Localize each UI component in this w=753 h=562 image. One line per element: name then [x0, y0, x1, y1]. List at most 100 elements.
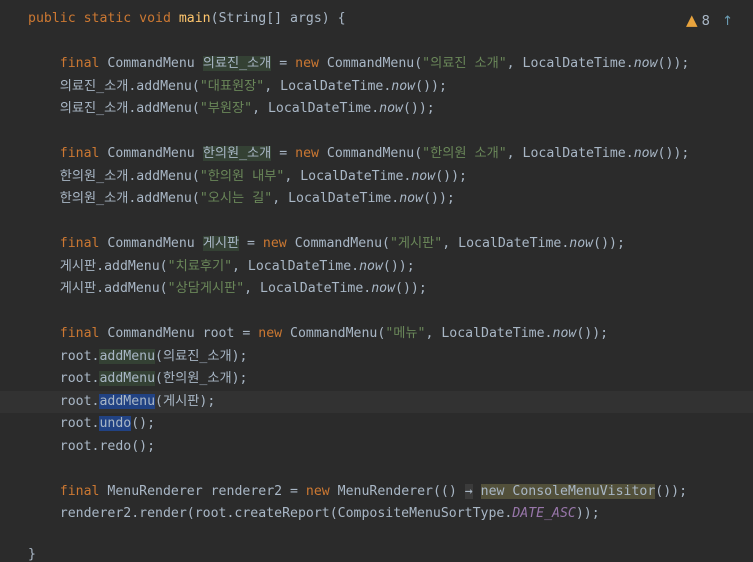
code-text: root.addMenu(의료진_소개);: [28, 346, 247, 368]
code-token: 의료진_소개: [202, 56, 272, 71]
code-text: 한의원_소개.addMenu("오시는 길", LocalDateTime.no…: [28, 188, 455, 210]
code-line[interactable]: final CommandMenu 의료진_소개 = new CommandMe…: [0, 53, 753, 75]
code-token: now: [552, 326, 577, 341]
code-line[interactable]: final CommandMenu 한의원_소개 = new CommandMe…: [0, 143, 753, 165]
code-token: , LocalDateTime.: [442, 236, 570, 251]
code-token: 게시판.addMenu(: [28, 281, 168, 296]
code-token: , LocalDateTime.: [244, 281, 372, 296]
code-token: 게시판.addMenu(: [28, 259, 168, 274]
code-token: ());: [423, 191, 455, 206]
code-text: public static void main(String[] args) {: [28, 8, 346, 30]
code-line[interactable]: 의료진_소개.addMenu("부원장", LocalDateTime.now(…: [0, 98, 753, 120]
code-text: root.redo();: [28, 436, 155, 458]
code-token: now: [411, 169, 436, 184]
code-token: new: [305, 484, 338, 499]
code-text: final CommandMenu 한의원_소개 = new CommandMe…: [28, 143, 689, 165]
code-token: ());: [435, 169, 467, 184]
code-token: now: [633, 146, 658, 161]
code-token: =: [239, 236, 263, 251]
code-token: DATE_ASC: [512, 506, 576, 521]
code-token: ());: [593, 236, 625, 251]
code-text: root.addMenu(게시판);: [28, 391, 215, 413]
code-token: CommandMenu: [107, 56, 203, 71]
code-token: new: [295, 146, 327, 161]
code-token: "상담게시판": [167, 281, 245, 296]
code-token: , LocalDateTime.: [264, 79, 392, 94]
code-text: renderer2.render(root.createReport(Compo…: [28, 503, 600, 525]
code-token: (의료진_소개);: [155, 349, 248, 364]
code-token: MenuRenderer((): [337, 484, 465, 499]
warning-count: 8: [701, 14, 710, 29]
code-token: 의료진_소개.addMenu(: [28, 79, 200, 94]
code-token: root.redo();: [28, 439, 156, 454]
code-token: "치료후기": [167, 259, 233, 274]
code-token: now: [371, 281, 396, 296]
code-token: new: [258, 326, 291, 341]
code-line[interactable]: final CommandMenu root = new CommandMenu…: [0, 323, 753, 345]
code-token: final: [28, 146, 108, 161]
code-line[interactable]: 게시판.addMenu("상담게시판", LocalDateTime.now()…: [0, 278, 753, 300]
code-token: (한의원_소개);: [155, 371, 248, 386]
code-token: CommandMenu(: [294, 236, 390, 251]
code-token: (String[] args) {: [210, 11, 346, 26]
code-token: ());: [402, 101, 435, 116]
code-token: CommandMenu: [107, 146, 203, 161]
code-token: addMenu: [99, 349, 156, 364]
code-token: root.: [28, 394, 100, 409]
code-token: final: [28, 484, 108, 499]
code-token: ());: [657, 146, 690, 161]
code-line[interactable]: 한의원_소개.addMenu("한의원 내부", LocalDateTime.n…: [0, 166, 753, 188]
code-token: ());: [415, 79, 447, 94]
warning-triangle-icon: ▲: [685, 11, 698, 29]
code-token: now: [359, 259, 383, 274]
code-token: , LocalDateTime.: [425, 326, 553, 341]
arrow-up-icon[interactable]: ↑: [722, 14, 733, 29]
code-line[interactable]: 한의원_소개.addMenu("오시는 길", LocalDateTime.no…: [0, 188, 753, 210]
code-line[interactable]: root.addMenu(의료진_소개);: [0, 346, 753, 368]
code-token: 게시판: [202, 236, 240, 251]
code-token: new: [262, 236, 295, 251]
code-text: final CommandMenu root = new CommandMenu…: [28, 323, 608, 345]
code-token: CommandMenu root =: [107, 326, 259, 341]
code-token: "대표원장": [199, 79, 265, 94]
code-token: root.: [28, 349, 100, 364]
code-token: , LocalDateTime.: [506, 146, 634, 161]
code-token: ());: [382, 259, 415, 274]
code-token: root.: [28, 371, 100, 386]
code-line[interactable]: root.undo();: [0, 413, 753, 435]
code-line[interactable]: public static void main(String[] args) {: [0, 8, 753, 30]
code-line[interactable]: final MenuRenderer renderer2 = new MenuR…: [0, 481, 753, 503]
code-token: now: [633, 56, 658, 71]
code-token: , LocalDateTime.: [232, 259, 360, 274]
code-token: ();: [131, 416, 156, 431]
code-token: now: [569, 236, 594, 251]
code-editor[interactable]: public static void main(String[] args) {…: [0, 0, 753, 562]
code-line[interactable]: root.addMenu(게시판);: [0, 391, 753, 413]
code-token: CommandMenu(: [290, 326, 386, 341]
code-token: ));: [575, 506, 600, 521]
code-token: "한의원 소개": [422, 146, 507, 161]
code-token: "부원장": [199, 101, 253, 116]
code-token: 한의원_소개.addMenu(: [28, 191, 200, 206]
code-line[interactable]: final CommandMenu 게시판 = new CommandMenu(…: [0, 233, 753, 255]
closing-brace: }: [28, 547, 36, 562]
code-token: , LocalDateTime.: [506, 56, 634, 71]
code-line[interactable]: 게시판.addMenu("치료후기", LocalDateTime.now())…: [0, 256, 753, 278]
code-token: now: [379, 101, 403, 116]
code-token: now: [391, 79, 416, 94]
code-line[interactable]: 의료진_소개.addMenu("대표원장", LocalDateTime.now…: [0, 76, 753, 98]
code-token: new ConsoleMenuVisitor: [480, 484, 656, 499]
inspection-widget[interactable]: ▲ 8 ↑: [686, 9, 733, 31]
code-token: "의료진 소개": [422, 56, 507, 71]
code-token: CommandMenu(: [326, 56, 423, 71]
code-token: final: [28, 236, 108, 251]
code-token: new: [295, 56, 327, 71]
code-token: "오시는 길": [199, 191, 273, 206]
code-line[interactable]: root.redo();: [0, 436, 753, 458]
code-line[interactable]: renderer2.render(root.createReport(Compo…: [0, 503, 753, 525]
code-token: =: [271, 56, 296, 71]
code-token: final: [28, 326, 108, 341]
code-line[interactable]: root.addMenu(한의원_소개);: [0, 368, 753, 390]
code-text: 의료진_소개.addMenu("대표원장", LocalDateTime.now…: [28, 76, 447, 98]
code-token: main: [178, 11, 211, 26]
